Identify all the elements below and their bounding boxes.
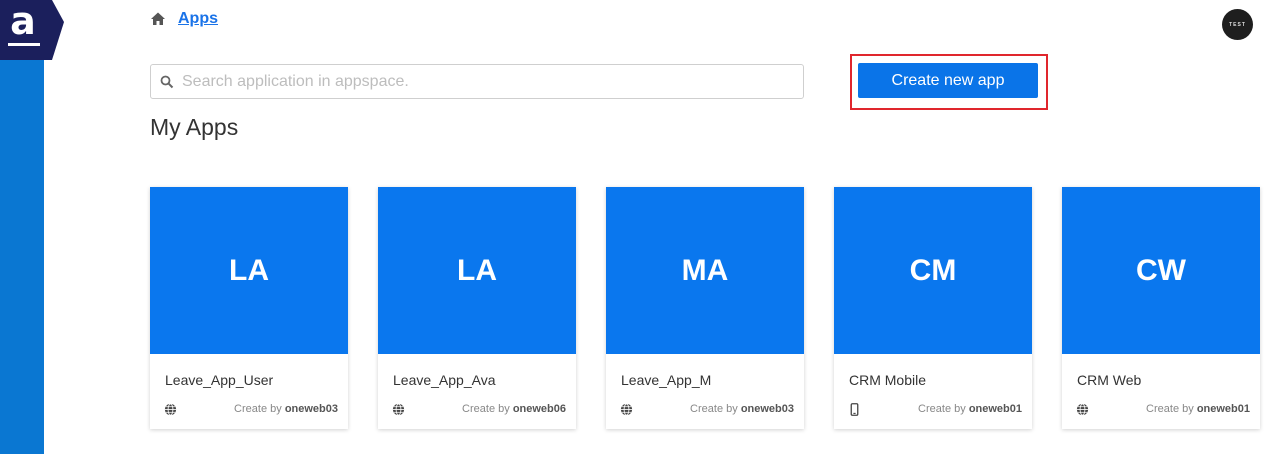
globe-icon [620, 403, 633, 415]
app-initials: CW [1136, 253, 1186, 287]
creator-info: Create by oneweb06 [462, 403, 566, 415]
sidebar [0, 0, 44, 454]
app-card[interactable]: MA Leave_App_M Create by oneweb03 [606, 187, 804, 429]
creator-prefix: Create by [690, 403, 738, 415]
creator-prefix: Create by [918, 403, 966, 415]
creator-info: Create by oneweb03 [690, 403, 794, 415]
creator-info: Create by oneweb01 [918, 403, 1022, 415]
svg-text:a: a [10, 0, 36, 43]
app-tile[interactable]: CM [834, 187, 1032, 354]
creator-prefix: Create by [234, 403, 282, 415]
app-tile[interactable]: MA [606, 187, 804, 354]
app-card[interactable]: CW CRM Web Create by oneweb01 [1062, 187, 1260, 429]
mobile-icon [850, 402, 859, 416]
card-footer: Create by oneweb06 [392, 401, 566, 417]
creator-name: oneweb06 [512, 403, 566, 415]
app-card[interactable]: LA Leave_App_Ava Create by oneweb06 [378, 187, 576, 429]
creator-prefix: Create by [462, 403, 510, 415]
app-initials: CM [909, 253, 957, 287]
globe-icon [1076, 403, 1089, 415]
section-title: My Apps [150, 114, 239, 140]
app-tile[interactable]: LA [378, 187, 576, 354]
creator-name: oneweb01 [1196, 403, 1250, 415]
app-name: CRM Mobile [849, 372, 927, 388]
card-footer: Create by oneweb03 [164, 401, 338, 417]
app-tile[interactable]: CW [1062, 187, 1260, 354]
app-name: Leave_App_Ava [393, 372, 496, 388]
search-icon [160, 75, 174, 88]
app-card[interactable]: CM CRM Mobile Create by oneweb01 [834, 187, 1032, 429]
app-tile[interactable]: LA [150, 187, 348, 354]
creator-name: oneweb03 [740, 403, 794, 415]
app-name: Leave_App_M [621, 372, 712, 388]
app-logo[interactable]: a [0, 0, 64, 60]
search-box [150, 64, 804, 99]
app-name: Leave_App_User [165, 372, 274, 388]
app-card-list: LA Leave_App_User Create by oneweb03 LA … [150, 187, 1260, 429]
app-card[interactable]: LA Leave_App_User Create by oneweb03 [150, 187, 348, 429]
globe-icon [392, 403, 405, 415]
app-initials: MA [681, 253, 729, 287]
logo-icon: a [0, 0, 64, 60]
globe-icon [164, 403, 177, 415]
breadcrumb-apps-link[interactable]: Apps [178, 10, 218, 28]
card-footer: Create by oneweb01 [848, 401, 1022, 417]
app-initials: LA [457, 253, 497, 287]
card-footer: Create by oneweb03 [620, 401, 794, 417]
card-footer: Create by oneweb01 [1076, 401, 1250, 417]
app-initials: LA [229, 253, 269, 287]
breadcrumb: Apps [150, 9, 218, 29]
creator-info: Create by oneweb03 [234, 403, 338, 415]
creator-info: Create by oneweb01 [1146, 403, 1250, 415]
avatar[interactable]: TEST [1222, 9, 1253, 40]
home-icon[interactable] [150, 11, 166, 27]
creator-name: oneweb01 [968, 403, 1022, 415]
creator-prefix: Create by [1146, 403, 1194, 415]
app-name: CRM Web [1077, 372, 1142, 388]
create-new-app-button[interactable]: Create new app [858, 63, 1038, 98]
creator-name: oneweb03 [284, 403, 338, 415]
search-input[interactable] [182, 65, 803, 98]
